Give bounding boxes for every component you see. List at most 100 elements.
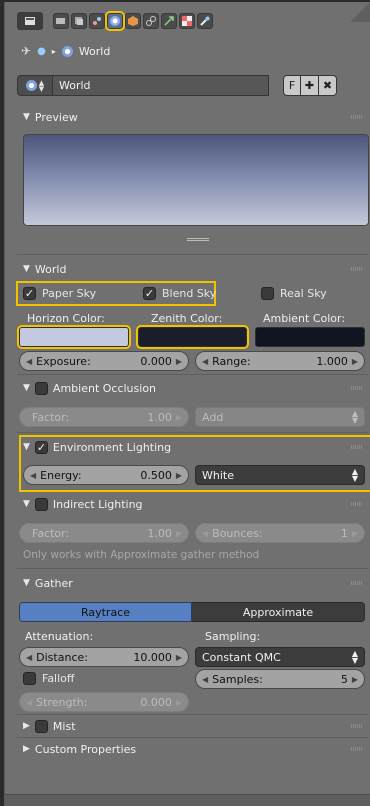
increment-arrow-icon[interactable]: ▶ [176,413,182,422]
panel-header-environment-lighting[interactable]: ▼ Environment Lighting [17,436,369,458]
raytrace-tab[interactable]: Raytrace [19,602,192,622]
approximate-tab[interactable]: Approximate [192,602,365,622]
tool-icon[interactable] [197,13,213,29]
horizon-color-swatch[interactable] [17,325,131,349]
drag-grip-icon[interactable] [351,115,363,119]
horizon-color-label: Horizon Color: [27,312,105,325]
environment-color-value: White [202,468,234,482]
range-label: Range: [212,354,251,368]
strength-field[interactable]: ◀ Strength: 0.000 ▶ [19,692,189,712]
decrement-arrow-icon[interactable]: ◀ [202,357,208,366]
indirect-factor-field[interactable]: Factor: 1.00 ▶ [19,523,189,543]
modifiers-icon[interactable] [161,13,177,29]
exposure-value: 0.000 [140,354,172,368]
sampling-label: Sampling: [205,630,261,643]
panel-header-custom-properties[interactable]: ▶ Custom Properties [17,738,369,760]
increment-arrow-icon[interactable]: ▶ [176,357,182,366]
drag-grip-icon[interactable] [351,502,363,506]
drag-grip-icon[interactable] [351,267,363,271]
distance-field[interactable]: ◀ Distance: 10.000 ▶ [19,647,189,667]
breadcrumb: ✈ ● ▸ World [21,42,110,60]
expand-triangle-icon: ▶ [23,744,30,754]
drag-grip-icon[interactable] [351,581,363,585]
mist-toggle[interactable] [34,719,48,733]
ambient-occlusion-toggle[interactable] [34,381,48,395]
decrement-arrow-icon[interactable]: ◀ [202,529,208,538]
render-icon[interactable] [53,13,69,29]
browse-world-button[interactable]: ▲ ▼ [17,75,53,96]
pin-icon[interactable]: ✈ [21,44,31,58]
range-field[interactable]: ◀ Range: 1.000 ▶ [195,351,365,371]
collapse-triangle-icon: ▼ [23,112,30,122]
approximate-label: Approximate [242,605,314,619]
environment-lighting-toggle[interactable] [34,440,48,454]
decrement-arrow-icon[interactable]: ◀ [26,357,32,366]
samples-label: Samples: [212,672,263,686]
blend-sky-checkbox[interactable]: Blend Sky [143,287,216,300]
ao-factor-field[interactable]: Factor: 1.00 ▶ [19,407,189,427]
increment-arrow-icon[interactable]: ▶ [352,675,358,684]
exposure-field[interactable]: ◀ Exposure: 0.000 ▶ [19,351,189,371]
panel-title: Ambient Occlusion [52,381,157,395]
ambient-color-swatch[interactable] [255,327,365,347]
fake-user-button[interactable]: F [283,75,301,96]
decrement-arrow-icon[interactable]: ◀ [26,698,32,707]
decrement-arrow-icon[interactable]: ◀ [26,653,32,662]
increment-arrow-icon[interactable]: ▶ [352,529,358,538]
texture-icon[interactable] [179,13,195,29]
paper-sky-checkbox[interactable]: Paper Sky [23,287,96,300]
drag-grip-icon[interactable] [351,724,363,728]
drag-grip-icon[interactable] [351,386,363,390]
samples-field[interactable]: ◀ Samples: 5 ▶ [195,669,365,689]
decrement-arrow-icon[interactable]: ◀ [202,675,208,684]
new-world-button[interactable]: ✚ [301,75,319,96]
distance-label: Distance: [36,650,88,664]
energy-value: 0.500 [140,468,172,482]
bounces-field[interactable]: ◀ Bounces: 1 ▶ [195,523,365,543]
strength-value: 0.000 [140,695,172,709]
ao-blend-mode-dropdown[interactable]: Add ▲ ▼ [195,407,365,427]
world-icon[interactable] [105,11,125,31]
object-icon[interactable] [125,13,141,29]
increment-arrow-icon[interactable]: ▶ [352,357,358,366]
checkbox[interactable] [23,672,36,685]
panel-divider [17,432,369,433]
increment-arrow-icon[interactable]: ▶ [176,698,182,707]
real-sky-checkbox[interactable]: Real Sky [261,287,327,300]
falloff-checkbox[interactable]: Falloff [23,672,74,685]
decrement-arrow-icon[interactable]: ◀ [30,471,36,480]
constraints-icon[interactable] [143,13,159,29]
exposure-label: Exposure: [36,354,91,368]
scene-icon[interactable] [89,13,105,29]
panel-header-preview[interactable]: ▼ Preview [17,106,369,128]
editor-type-button[interactable] [17,12,43,30]
checkbox[interactable] [143,287,156,300]
unlink-world-button[interactable]: ✖ [319,75,337,96]
panel-header-indirect-lighting[interactable]: ▼ Indirect Lighting [17,493,369,515]
indirect-lighting-toggle[interactable] [34,497,48,511]
sampling-method-dropdown[interactable]: Constant QMC ▲ ▼ [195,647,365,667]
environment-color-dropdown[interactable]: White ▲ ▼ [195,465,365,485]
panel-header-world[interactable]: ▼ World [17,258,369,280]
properties-editor: ✈ ● ▸ World ▲ ▼ World F ✚ ✖ ▼ Preview ▼ W… [4,2,370,806]
increment-arrow-icon[interactable]: ▶ [176,529,182,538]
checkbox[interactable] [261,287,274,300]
checkbox[interactable] [23,287,36,300]
properties-header [7,6,367,36]
drag-grip-icon[interactable] [351,445,363,449]
energy-field[interactable]: ◀ Energy: 0.500 ▶ [23,465,189,485]
panel-header-gather[interactable]: ▼ Gather [17,572,369,594]
zenith-color-swatch[interactable] [136,325,249,349]
drag-grip-icon[interactable] [351,747,363,751]
preview-resize-handle[interactable] [187,238,209,241]
increment-arrow-icon[interactable]: ▶ [176,653,182,662]
increment-arrow-icon[interactable]: ▶ [176,471,182,480]
panel-title: Indirect Lighting [52,497,143,511]
world-name-field[interactable]: World [53,75,269,96]
render-layers-icon[interactable] [71,13,87,29]
panel-header-mist[interactable]: ▶ Mist [17,715,369,737]
panel-title: World [34,262,67,276]
scene-icon: ● [37,45,46,57]
panel-header-ambient-occlusion[interactable]: ▼ Ambient Occlusion [17,377,369,399]
ao-factor-value: 1.00 [147,410,172,424]
